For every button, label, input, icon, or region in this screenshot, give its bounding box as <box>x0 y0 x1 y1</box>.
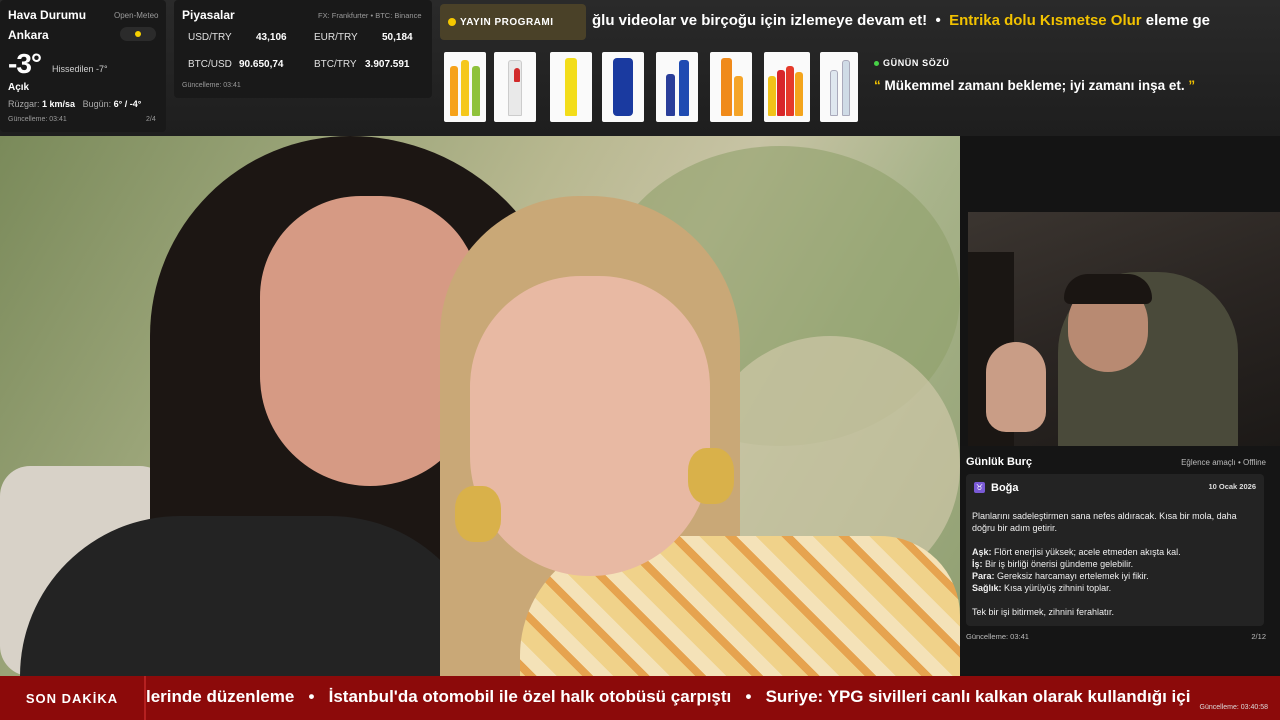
wind-value: 1 km/sa <box>42 99 76 109</box>
product-image <box>820 52 858 122</box>
breaking-news-ticker: lerinde düzenleme • İstanbul'da otomobil… <box>146 687 1190 707</box>
product-image <box>494 52 536 122</box>
weather-city: Ankara <box>8 28 49 42</box>
ticker-text: ğlu videolar ve birçoğu için izlemeye de… <box>592 12 928 29</box>
market-value: 90.650,74 <box>239 59 284 70</box>
news-item: lerinde düzenleme <box>146 687 295 706</box>
product-image <box>444 52 486 122</box>
today-label: Bugün: <box>82 99 112 109</box>
earring <box>455 486 501 542</box>
quote-of-the-day: GÜNÜN SÖZÜ “ Mükemmel zamanı bekleme; iy… <box>866 50 1266 106</box>
news-item: İstanbul'da otomobil ile özel halk otobü… <box>328 687 732 706</box>
weather-temperature: -3° <box>8 48 42 79</box>
product-image <box>656 52 698 122</box>
market-value: 3.907.591 <box>365 59 410 70</box>
news-item: Suriye: YPG sivilleri canlı kalkan olara… <box>765 687 1191 706</box>
top-bar: Hava Durumu Open-Meteo Ankara -3° Hissed… <box>0 0 1280 136</box>
market-label: USD/TRY <box>188 32 232 43</box>
horoscope-item: Aşk: Flört enerjisi yüksek; acele etmede… <box>972 547 1181 557</box>
quote-header-label: GÜNÜN SÖZÜ <box>883 58 950 68</box>
schedule-label: YAYIN PROGRAMI <box>460 16 554 28</box>
markets-widget: Piyasalar FX: Frankfurter • BTC: Binance… <box>174 0 432 98</box>
markets-updated: Güncelleme: 03:41 <box>182 82 241 89</box>
market-value: 43,106 <box>256 32 287 43</box>
horoscope-sign: Boğa <box>991 482 1019 494</box>
markets-source: FX: Frankfurter • BTC: Binance <box>318 11 422 20</box>
market-label: BTC/USD <box>188 59 232 70</box>
product-image <box>764 52 810 122</box>
webcam-hand <box>986 342 1046 432</box>
market-label: BTC/TRY <box>314 59 357 70</box>
webcam-feed <box>968 212 1280 446</box>
breaking-news-bar: SON DAKİKA lerinde düzenleme • İstanbul'… <box>0 676 1280 720</box>
weather-wind: Rüzgar: 1 km/sa Bugün: 6° / -4° <box>8 99 141 109</box>
market-label: EUR/TRY <box>314 32 358 43</box>
horoscope-page: 2/12 <box>1251 632 1266 641</box>
horoscope-item: Sağlık: Kısa yürüyüş zihnini toplar. <box>972 583 1112 593</box>
top-ticker: ğlu videolar ve birçoğu için izlemeye de… <box>592 12 1280 34</box>
weather-widget: Hava Durumu Open-Meteo Ankara -3° Hissed… <box>0 0 166 132</box>
horoscope-item: Para: Gereksiz harcamayı ertelemek iyi f… <box>972 571 1149 581</box>
horoscope-body: Planlarını sadeleştirmen sana nefes aldı… <box>972 510 1262 618</box>
breaking-updated: Güncelleme: 03:40:58 <box>1199 704 1269 711</box>
today-value: 6° / -4° <box>113 99 142 109</box>
news-separator: • <box>745 687 752 706</box>
quote-body: Mükemmel zamanı bekleme; iyi zamanı inşa… <box>884 78 1185 93</box>
breaking-news-label: SON DAKİKA <box>0 676 146 720</box>
quote-close-mark: ” <box>1188 78 1196 93</box>
horoscope-widget: Günlük Burç Eğlence amaçlı • Offline ♉ B… <box>960 446 1280 674</box>
taurus-icon: ♉ <box>974 482 985 493</box>
horoscope-title: Günlük Burç <box>966 456 1033 468</box>
weather-condition: Açık <box>8 82 30 93</box>
horoscope-closing: Tek bir işi bitirmek, zihnini ferahlatır… <box>972 607 1115 617</box>
weather-feels-like: Hissedilen -7° <box>52 64 108 74</box>
product-image <box>710 52 752 122</box>
markets-title: Piyasalar <box>182 8 235 22</box>
wind-label: Rüzgar: <box>8 99 40 109</box>
earring <box>688 448 734 504</box>
weather-page: 2/4 <box>146 116 156 123</box>
news-separator: • <box>308 687 315 706</box>
horoscope-intro: Planlarını sadeleştirmen sana nefes aldı… <box>972 511 1237 533</box>
market-value: 50,184 <box>382 32 413 43</box>
horoscope-updated: Güncelleme: 03:41 <box>966 632 1029 641</box>
sponsor-products <box>442 50 858 122</box>
quote-text: “ Mükemmel zamanı bekleme; iyi zamanı in… <box>874 78 1195 93</box>
horoscope-subtitle: Eğlence amaçlı • Offline <box>1181 458 1266 467</box>
status-dot-icon <box>448 18 456 26</box>
sun-icon <box>120 27 156 41</box>
video-person-right-face <box>470 276 710 576</box>
quote-header: GÜNÜN SÖZÜ <box>874 58 950 68</box>
weather-title: Hava Durumu <box>8 8 87 22</box>
quote-open-mark: “ <box>874 78 881 93</box>
schedule-button[interactable]: YAYIN PROGRAMI <box>440 4 586 40</box>
ticker-text: eleme ge <box>1145 12 1211 29</box>
main-video[interactable] <box>0 136 960 676</box>
product-image <box>550 52 592 122</box>
horoscope-date: 10 Ocak 2026 <box>1208 482 1256 491</box>
ticker-highlight: Entrika dolu Kısmetse Olur <box>949 12 1142 29</box>
horoscope-card: ♉ Boğa 10 Ocak 2026 Planlarını sadeleşti… <box>966 474 1264 626</box>
product-image <box>602 52 644 122</box>
horoscope-item: İş: Bir iş birliği önerisi gündeme geleb… <box>972 559 1134 569</box>
live-dot-icon <box>874 61 879 67</box>
weather-updated: Güncelleme: 03:41 <box>8 116 67 123</box>
weather-source: Open-Meteo <box>114 11 159 20</box>
webcam-hair <box>1064 274 1152 304</box>
ticker-separator: • <box>935 12 941 29</box>
